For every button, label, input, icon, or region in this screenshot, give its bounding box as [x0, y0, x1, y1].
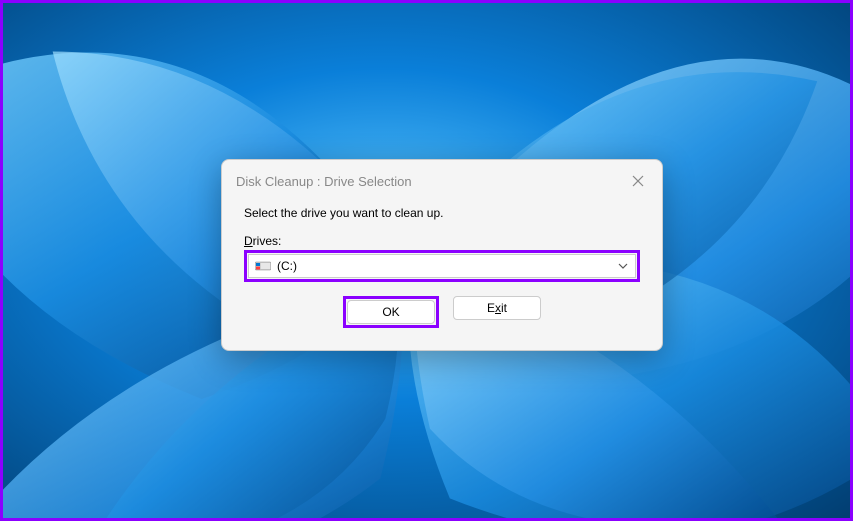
- drives-label: Drives:: [244, 234, 640, 248]
- dialog-content: Select the drive you want to clean up. D…: [222, 200, 662, 350]
- chevron-down-icon: [617, 260, 629, 272]
- dropdown-highlight: (C:): [244, 250, 640, 282]
- exit-button-label: Exit: [487, 301, 507, 315]
- dialog-title: Disk Cleanup : Drive Selection: [236, 174, 412, 189]
- close-icon: [632, 175, 644, 187]
- drive-icon: [255, 260, 271, 272]
- disk-cleanup-dialog: Disk Cleanup : Drive Selection Select th…: [221, 159, 663, 351]
- drive-select[interactable]: (C:): [248, 254, 636, 278]
- ok-button-label: OK: [382, 305, 399, 319]
- close-button[interactable]: [628, 171, 648, 191]
- ok-button[interactable]: OK: [347, 300, 435, 324]
- exit-button[interactable]: Exit: [453, 296, 541, 320]
- dialog-titlebar: Disk Cleanup : Drive Selection: [222, 160, 662, 200]
- ok-highlight: OK: [343, 296, 439, 328]
- selected-drive-text: (C:): [277, 259, 617, 273]
- instruction-text: Select the drive you want to clean up.: [244, 206, 640, 220]
- button-row: OK Exit: [244, 296, 640, 328]
